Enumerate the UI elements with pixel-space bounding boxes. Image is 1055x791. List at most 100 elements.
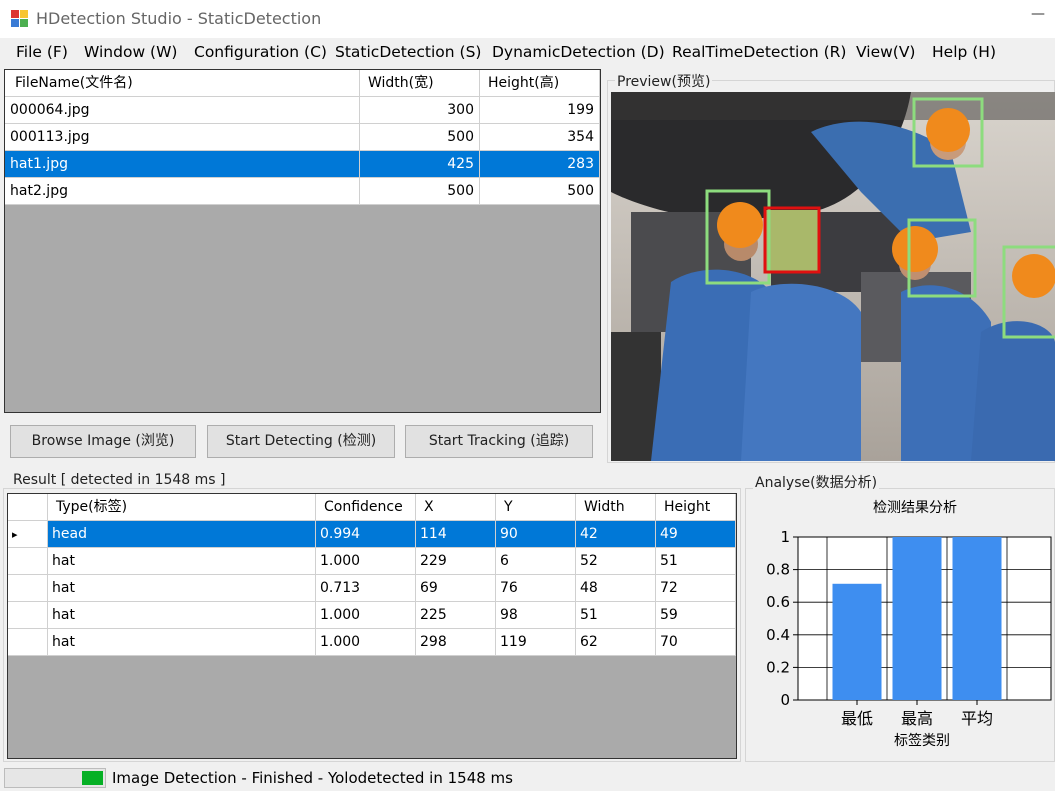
row-header[interactable] xyxy=(8,548,48,575)
file-row[interactable]: 000064.jpg 300 199 xyxy=(5,97,600,124)
file-height-cell[interactable]: 283 xyxy=(480,151,600,178)
width-cell[interactable]: 52 xyxy=(576,548,656,575)
y-cell[interactable]: 6 xyxy=(496,548,576,575)
window-title: HDetection Studio - StaticDetection xyxy=(36,9,322,28)
type-cell[interactable]: hat xyxy=(48,629,316,656)
result-row[interactable]: hat 1.000 229 6 52 51 xyxy=(8,548,736,575)
menu-help[interactable]: Help (H) xyxy=(932,43,996,61)
type-cell[interactable]: head xyxy=(48,521,316,548)
file-name-cell[interactable]: 000113.jpg xyxy=(5,124,360,151)
menu-realtime-detection[interactable]: RealTimeDetection (R) xyxy=(672,43,846,61)
x-cell[interactable]: 69 xyxy=(416,575,496,602)
progress-bar xyxy=(4,768,106,788)
x-cell[interactable]: 114 xyxy=(416,521,496,548)
row-header[interactable] xyxy=(8,629,48,656)
result-grid[interactable]: Type(标签) Confidence X Y Width Height ▸ h… xyxy=(7,493,737,759)
y-cell[interactable]: 119 xyxy=(496,629,576,656)
height-cell[interactable]: 59 xyxy=(656,602,736,629)
result-row-selected[interactable]: ▸ head 0.994 114 90 42 49 xyxy=(8,521,736,548)
result-row[interactable]: hat 1.000 225 98 51 59 xyxy=(8,602,736,629)
app-icon xyxy=(11,10,28,27)
chart-y-tick-label: 0.6 xyxy=(766,593,790,611)
confidence-cell[interactable]: 0.994 xyxy=(316,521,416,548)
chart-x-tick-label: 平均 xyxy=(961,709,993,728)
x-cell[interactable]: 298 xyxy=(416,629,496,656)
file-row[interactable]: 000113.jpg 500 354 xyxy=(5,124,600,151)
chart-bar-1 xyxy=(892,537,942,700)
result-label: Result [ detected in 1548 ms ] xyxy=(11,472,228,488)
file-width-cell[interactable]: 500 xyxy=(360,178,480,205)
result-row[interactable]: hat 1.000 298 119 62 70 xyxy=(8,629,736,656)
width-cell[interactable]: 51 xyxy=(576,602,656,629)
file-grid-header: FileName(文件名) Width(宽) Height(高) xyxy=(5,70,600,97)
column-header-confidence[interactable]: Confidence xyxy=(316,494,416,521)
menu-view[interactable]: View(V) xyxy=(856,43,915,61)
file-width-cell[interactable]: 300 xyxy=(360,97,480,124)
column-header-x[interactable]: X xyxy=(416,494,496,521)
file-name-cell[interactable]: hat1.jpg xyxy=(5,151,360,178)
menu-static-detection[interactable]: StaticDetection (S) xyxy=(335,43,481,61)
analysis-bar-chart: 检测结果分析 0 0.2 0.4 0.6 0.8 1 最低 最高 平均标签类别 xyxy=(766,500,1052,749)
menu-dynamic-detection[interactable]: DynamicDetection (D) xyxy=(492,43,665,61)
preview-label: Preview(预览) xyxy=(615,71,713,91)
file-width-cell[interactable]: 500 xyxy=(360,124,480,151)
y-cell[interactable]: 90 xyxy=(496,521,576,548)
column-header-filename[interactable]: FileName(文件名) xyxy=(5,70,360,97)
width-cell[interactable]: 48 xyxy=(576,575,656,602)
preview-image xyxy=(611,92,1055,461)
height-cell[interactable]: 51 xyxy=(656,548,736,575)
type-cell[interactable]: hat xyxy=(48,548,316,575)
column-header-type[interactable]: Type(标签) xyxy=(48,494,316,521)
file-height-cell[interactable]: 354 xyxy=(480,124,600,151)
height-cell[interactable]: 70 xyxy=(656,629,736,656)
chart-y-tick-label: 0.2 xyxy=(766,658,790,676)
chart-x-tick-label: 最低 xyxy=(841,709,873,728)
column-header-width[interactable]: Width xyxy=(576,494,656,521)
start-tracking-button[interactable]: Start Tracking (追踪) xyxy=(405,425,593,458)
column-header-height[interactable]: Height(高) xyxy=(480,70,600,97)
width-cell[interactable]: 62 xyxy=(576,629,656,656)
type-cell[interactable]: hat xyxy=(48,575,316,602)
menu-bar: File (F) Window (W) Configuration (C) St… xyxy=(0,38,1055,68)
file-list-grid[interactable]: FileName(文件名) Width(宽) Height(高) 000064.… xyxy=(4,69,601,413)
confidence-cell[interactable]: 1.000 xyxy=(316,602,416,629)
file-height-cell[interactable]: 500 xyxy=(480,178,600,205)
menu-file[interactable]: File (F) xyxy=(16,43,68,61)
confidence-cell[interactable]: 0.713 xyxy=(316,575,416,602)
column-header-width[interactable]: Width(宽) xyxy=(360,70,480,97)
menu-window[interactable]: Window (W) xyxy=(84,43,177,61)
column-header-y[interactable]: Y xyxy=(496,494,576,521)
y-cell[interactable]: 76 xyxy=(496,575,576,602)
x-cell[interactable]: 225 xyxy=(416,602,496,629)
file-width-cell[interactable]: 425 xyxy=(360,151,480,178)
menu-configuration[interactable]: Configuration (C) xyxy=(194,43,327,61)
type-cell[interactable]: hat xyxy=(48,602,316,629)
width-cell[interactable]: 42 xyxy=(576,521,656,548)
chart-title: 检测结果分析 xyxy=(873,500,957,516)
progress-fill xyxy=(82,771,103,785)
row-indicator-icon[interactable]: ▸ xyxy=(8,521,48,548)
chart-y-tick-label: 1 xyxy=(780,528,790,546)
column-header-height[interactable]: Height xyxy=(656,494,736,521)
chart-bar-0 xyxy=(832,583,882,700)
result-row[interactable]: hat 0.713 69 76 48 72 xyxy=(8,575,736,602)
confidence-cell[interactable]: 1.000 xyxy=(316,548,416,575)
row-header[interactable] xyxy=(8,575,48,602)
file-height-cell[interactable]: 199 xyxy=(480,97,600,124)
status-text: Image Detection - Finished - Yolodetecte… xyxy=(112,769,513,787)
row-header-corner xyxy=(8,494,48,521)
browse-image-button[interactable]: Browse Image (浏览) xyxy=(10,425,196,458)
height-cell[interactable]: 49 xyxy=(656,521,736,548)
file-name-cell[interactable]: hat2.jpg xyxy=(5,178,360,205)
start-detecting-button[interactable]: Start Detecting (检测) xyxy=(207,425,395,458)
row-header[interactable] xyxy=(8,602,48,629)
chart-bar-2 xyxy=(952,537,1002,700)
confidence-cell[interactable]: 1.000 xyxy=(316,629,416,656)
file-row-selected[interactable]: hat1.jpg 425 283 xyxy=(5,151,600,178)
x-cell[interactable]: 229 xyxy=(416,548,496,575)
minimize-button[interactable]: — xyxy=(1028,6,1048,30)
file-name-cell[interactable]: 000064.jpg xyxy=(5,97,360,124)
y-cell[interactable]: 98 xyxy=(496,602,576,629)
height-cell[interactable]: 72 xyxy=(656,575,736,602)
file-row[interactable]: hat2.jpg 500 500 xyxy=(5,178,600,205)
